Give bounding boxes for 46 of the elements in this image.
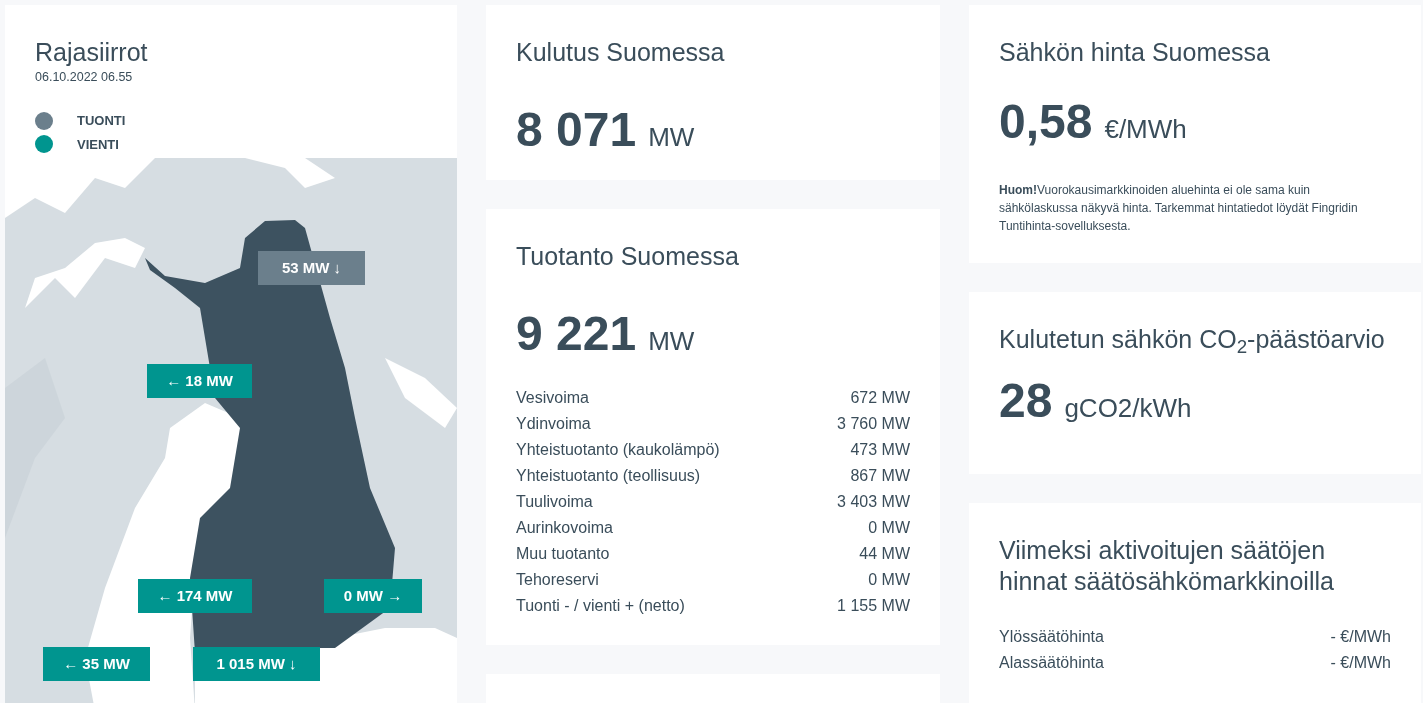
row-value: 867 MW — [850, 466, 910, 487]
row-label: Yhteistuotanto (kaukolämpö) — [516, 440, 720, 461]
row-value: 3 760 MW — [837, 414, 910, 435]
row-label: Tuulivoima — [516, 492, 593, 513]
card-title: Viimeksi aktivoitujen säätöjen hinnat säätösähkömarkkinoilla — [999, 535, 1335, 598]
row-label: Alassäätöhinta — [999, 652, 1104, 673]
row-label: Muu tuotanto — [516, 544, 610, 565]
row-value: 473 MW — [850, 440, 910, 461]
flow-badge: 0 MW → — [324, 579, 422, 613]
card-title: Rajasiirrot — [35, 37, 149, 68]
price-note: Huom!Vuorokausimarkkinoiden aluehinta ei ole sama kuin sähkölaskussa näkyvä hinta. Tarkemmat hintatiedot löydät Fingridin Tuntihinta-sovelluksesta. — [999, 182, 1359, 236]
row-value: 44 MW — [859, 544, 910, 565]
row-value: - €/MWh — [1330, 652, 1391, 673]
unit: MW — [648, 121, 695, 155]
flow-badge: 53 MW ↓ — [258, 251, 365, 285]
row-label: Tuonti - / vienti + (netto) — [516, 596, 685, 617]
legend-label: VIENTI — [77, 135, 119, 154]
row-value: 0 MW — [868, 570, 910, 591]
row-value: 0 MW — [868, 518, 910, 539]
timestamp: 06.10.2022 06.55 — [35, 69, 134, 87]
card-title: Sähkön hinta Suomessa — [999, 37, 1271, 68]
unit: MW — [648, 325, 695, 359]
flow-badge: 1 015 MW ↓ — [193, 647, 320, 681]
price-value: 0,58 — [999, 98, 1093, 147]
card-title: Kulutetun sähkön CO$_{2}$-päästöarvio — [999, 324, 1386, 356]
row-value: 3 403 MW — [837, 492, 910, 513]
row-value: 672 MW — [850, 388, 910, 409]
row-label: Ydinvoima — [516, 414, 591, 435]
consumption-value: 8 071 — [516, 106, 637, 155]
row-value: - €/MWh — [1330, 626, 1391, 647]
flow-badge: ← 174 MW — [138, 579, 252, 613]
row-label: Ylössäätöhinta — [999, 626, 1104, 647]
co2-value: 28 — [999, 377, 1053, 426]
unit: €/MWh — [1104, 113, 1187, 147]
row-label: Tehoreservi — [516, 570, 599, 591]
row-label: Yhteistuotanto (teollisuus) — [516, 466, 701, 487]
row-label: Aurinkovoima — [516, 518, 613, 539]
card-title: Tuotanto Suomessa — [516, 241, 740, 272]
production-value: 9 221 — [516, 310, 637, 359]
row-label: Vesivoima — [516, 388, 589, 409]
flow-badge: ← 18 MW — [147, 364, 252, 398]
card-title: Kulutus Suomessa — [516, 37, 726, 68]
flow-badge: ← 35 MW — [43, 647, 150, 681]
row-value: 1 155 MW — [837, 596, 910, 617]
legend-label: TUONTI — [77, 112, 126, 130]
unit: gCO2/kWh — [1064, 392, 1192, 426]
